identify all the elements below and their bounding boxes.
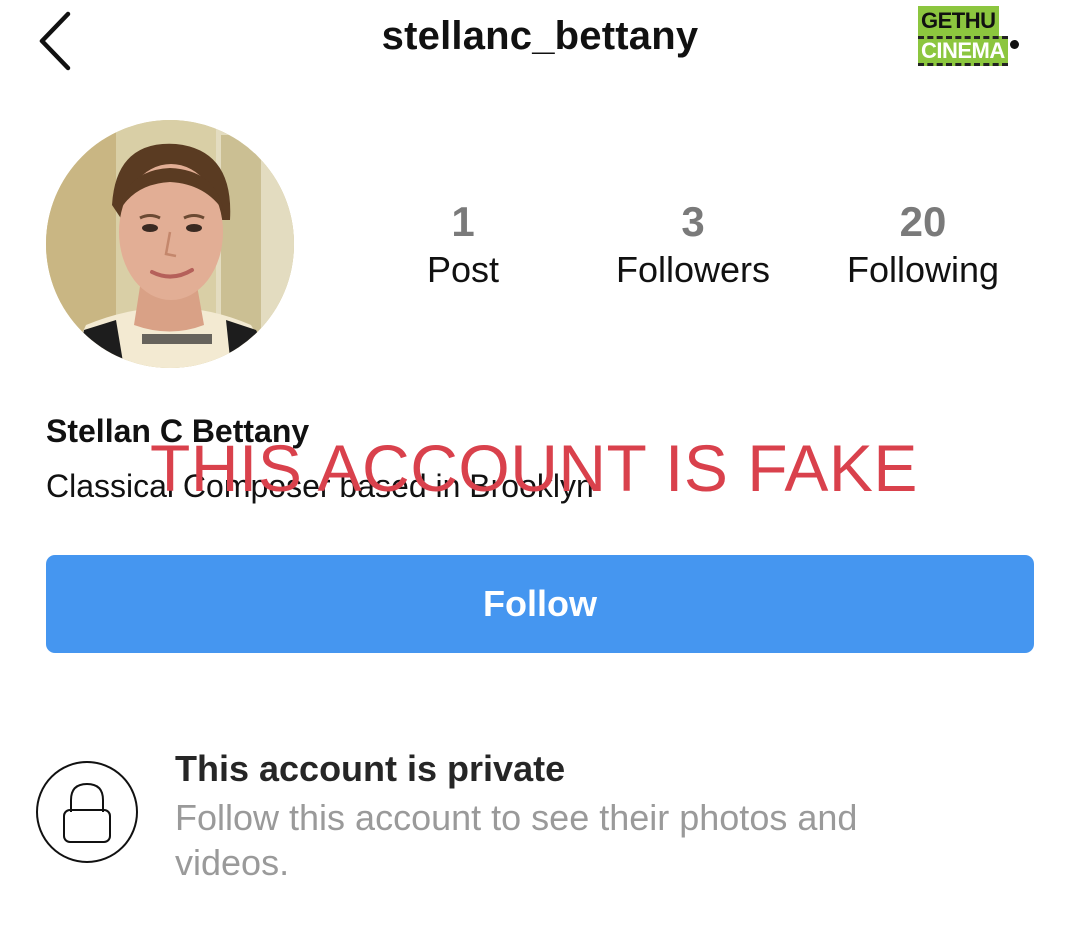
fake-account-overlay-text: THIS ACCOUNT IS FAKE bbox=[150, 431, 918, 505]
stat-following-count: 20 bbox=[899, 198, 947, 245]
lock-icon bbox=[35, 760, 139, 864]
stat-posts[interactable]: 1 Post bbox=[363, 196, 563, 292]
watermark-text-right: CINEMA bbox=[918, 36, 1008, 66]
private-account-description: Follow this account to see their photos … bbox=[175, 797, 858, 883]
watermark-text-left: GETHU bbox=[918, 6, 999, 36]
stat-posts-count: 1 bbox=[451, 198, 475, 245]
stat-followers-label: Followers bbox=[615, 249, 771, 290]
stat-followers-count: 3 bbox=[681, 198, 705, 245]
profile-photo bbox=[46, 120, 294, 368]
follow-button[interactable]: Follow bbox=[46, 555, 1034, 653]
stat-following-label: Following bbox=[846, 249, 1000, 290]
watermark-logo: GETHUCINEMA bbox=[918, 6, 1080, 66]
stat-posts-label: Post bbox=[426, 249, 500, 290]
private-account-title: This account is private bbox=[175, 748, 566, 789]
avatar[interactable] bbox=[46, 120, 294, 368]
stat-followers[interactable]: 3 Followers bbox=[593, 196, 793, 292]
stat-following[interactable]: 20 Following bbox=[823, 196, 1023, 292]
